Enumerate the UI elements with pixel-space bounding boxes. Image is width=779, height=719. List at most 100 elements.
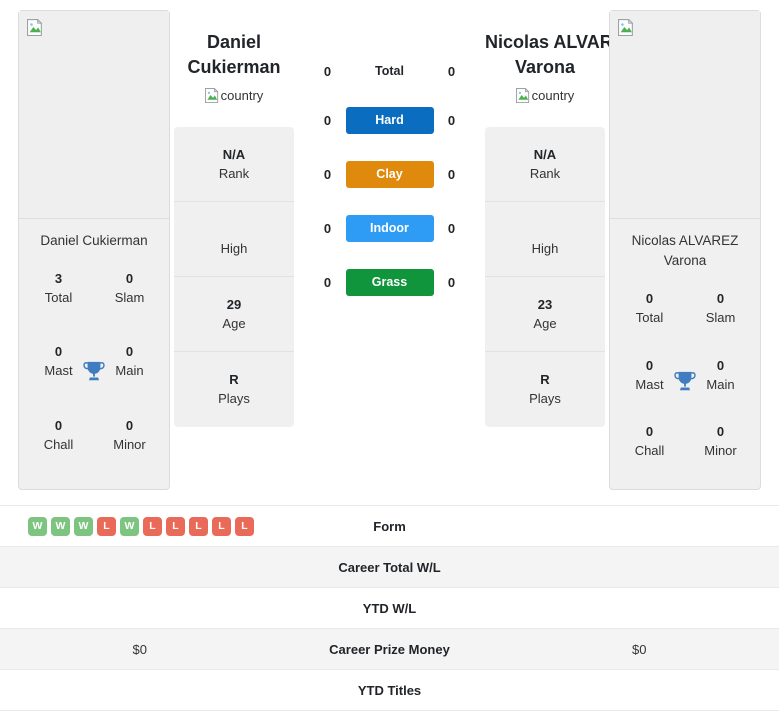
titles-grid-right: 0 Total 0 Slam 0 Mast 0 Main 0 Chall 0 M…	[610, 275, 760, 489]
h2h-row-clay: 0 Clay 0	[298, 161, 481, 188]
table-row-ytd-titles: YTD Titles	[0, 670, 779, 711]
info-label: Rank	[218, 166, 250, 181]
broken-image-icon	[618, 18, 635, 36]
comparison-table: WWWLWLLLLL Form Career Total W/L YTD W/L…	[0, 505, 779, 711]
title-stat-label: Total	[635, 310, 664, 325]
surface-badge-hard[interactable]: Hard	[345, 107, 434, 134]
info-row-plays: R Plays	[485, 352, 605, 427]
title-stat-label: Chall	[43, 436, 74, 452]
info-value: N/A	[222, 147, 246, 162]
info-value: R	[540, 372, 550, 387]
table-row-form: WWWLWLLLLL Form	[0, 506, 779, 547]
player-info-box-right: N/A Rank High 23 Age R Plays	[485, 127, 605, 427]
country-flag-alt-text: country	[531, 88, 575, 103]
info-value: 23	[537, 297, 553, 312]
title-stat-value: 0	[125, 271, 134, 286]
h2h-right-score: 0	[447, 113, 456, 128]
info-value: N/A	[533, 147, 557, 162]
h2h-row-hard: 0 Hard 0	[298, 107, 481, 134]
h2h-right-score: 0	[447, 63, 456, 79]
table-row-ytd-wl: YTD W/L	[0, 588, 779, 629]
player-info-right: Nicolas ALVAREZ Varona country N/A Rank …	[485, 10, 636, 427]
broken-image-icon	[204, 87, 220, 103]
title-stat-total: 0 Total	[614, 289, 685, 338]
player-photo-left	[19, 11, 169, 219]
h2h-surface-cell: Grass	[345, 269, 435, 296]
title-stat-minor: 0 Minor	[685, 422, 756, 471]
h2h-surface-cell: Indoor	[345, 215, 435, 242]
row-label: Career Total W/L	[338, 559, 441, 575]
head-to-head-panel: 0 Total 0 0 Hard 0 0 Clay 0 0 Indoor 0 0…	[298, 10, 481, 323]
form-badge-loss: L	[97, 516, 116, 536]
player-name-line1: Nicolas ALVAREZ	[485, 32, 636, 52]
h2h-total-label: Total	[375, 64, 404, 78]
row-label: Form	[373, 518, 406, 534]
title-stat-value: 0	[54, 344, 63, 360]
player-photo-right	[610, 11, 760, 219]
title-stat-label: Chall	[634, 443, 665, 459]
player-comparison-page: Daniel Cukierman 3 Total 0 Slam 0 Mast 0…	[0, 0, 779, 719]
player-heading-right: Nicolas ALVAREZ Varona country	[485, 10, 636, 103]
info-value: R	[229, 372, 239, 387]
title-stat-value: 3	[54, 271, 63, 286]
info-row-rank: N/A Rank	[485, 127, 605, 202]
title-stat-minor: 0 Minor	[94, 416, 165, 471]
form-badge-loss: L	[212, 516, 231, 536]
broken-image-icon	[515, 87, 531, 103]
title-stat-label: Slam	[114, 290, 145, 305]
title-stat-slam: 0 Slam	[94, 269, 165, 324]
player-card-left[interactable]: Daniel Cukierman 3 Total 0 Slam 0 Mast 0…	[18, 10, 170, 490]
row-label: YTD W/L	[362, 600, 417, 616]
player-card-name-left: Daniel Cukierman	[40, 233, 148, 248]
info-row-high: High	[174, 202, 294, 277]
info-row-plays: R Plays	[174, 352, 294, 427]
title-stat-total: 3 Total	[23, 269, 94, 324]
info-row-rank: N/A Rank	[174, 127, 294, 202]
info-label: Rank	[529, 166, 561, 181]
h2h-left-score: 0	[323, 221, 332, 236]
h2h-row-grass: 0 Grass 0	[298, 269, 481, 296]
info-label: Plays	[529, 391, 561, 406]
title-stat-slam: 0 Slam	[685, 289, 756, 338]
info-row-age: 23 Age	[485, 277, 605, 352]
info-value: 29	[226, 297, 242, 312]
surface-badge-indoor[interactable]: Indoor	[345, 215, 434, 242]
table-row-career-total-wl: Career Total W/L	[0, 547, 779, 588]
h2h-surface-cell: Hard	[345, 107, 435, 134]
info-label: High	[531, 241, 559, 256]
cell-right: $0	[632, 641, 647, 657]
title-stat-label: Slam	[705, 310, 736, 325]
form-badge-loss: L	[166, 516, 185, 536]
player-card-right[interactable]: Nicolas ALVAREZ Varona 0 Total 0 Slam 0 …	[609, 10, 761, 490]
title-stat-chall: 0 Chall	[614, 422, 685, 471]
player-name-line1: Daniel	[206, 32, 262, 52]
title-stat-value: 0	[716, 424, 725, 440]
h2h-left-score: 0	[323, 63, 332, 79]
title-stat-value: 0	[716, 291, 725, 306]
info-label: High	[220, 241, 248, 256]
title-stat-label: Minor	[704, 443, 737, 459]
title-stat-value: 0	[125, 344, 134, 360]
h2h-surface-label: Total	[345, 62, 435, 80]
comparison-header: Daniel Cukierman 3 Total 0 Slam 0 Mast 0…	[0, 0, 779, 500]
surface-badge-clay[interactable]: Clay	[345, 161, 434, 188]
trophy-icon	[83, 360, 105, 384]
form-badge-loss: L	[143, 516, 162, 536]
player-info-left: Daniel Cukierman country N/A Rank High 2…	[174, 10, 294, 427]
info-label: Age	[533, 316, 557, 331]
player-heading-left: Daniel Cukierman country	[174, 10, 294, 103]
h2h-right-score: 0	[447, 167, 456, 182]
info-value	[487, 220, 603, 239]
title-stat-value: 0	[125, 417, 134, 433]
player-card-name-right: Nicolas ALVAREZ Varona	[631, 233, 739, 268]
h2h-row-total: 0 Total 0	[298, 62, 481, 80]
form-badges-left: WWWLWLLLLL	[20, 516, 260, 536]
row-label: YTD Titles	[357, 682, 422, 698]
form-badge-loss: L	[189, 516, 208, 536]
table-row-career-prize-money: $0 Career Prize Money $0	[0, 629, 779, 670]
surface-badge-grass[interactable]: Grass	[345, 269, 434, 296]
h2h-surface-cell: Clay	[345, 161, 435, 188]
form-badge-win: W	[28, 516, 47, 536]
title-stat-label: Minor	[113, 436, 146, 452]
h2h-row-indoor: 0 Indoor 0	[298, 215, 481, 242]
